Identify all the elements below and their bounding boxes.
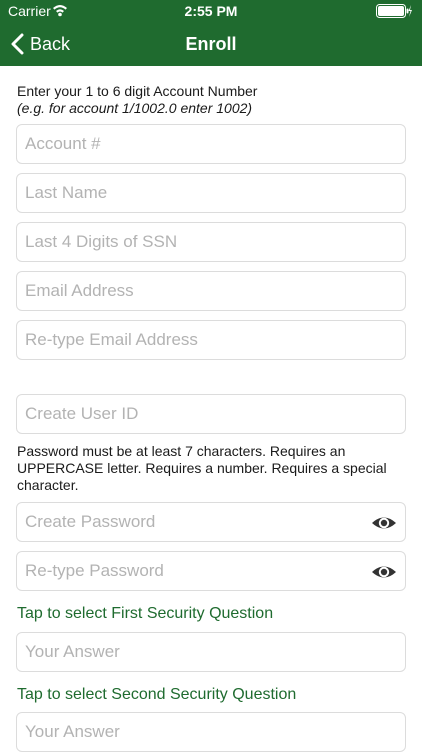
email-confirm-field[interactable] — [16, 320, 406, 360]
account-number-input[interactable] — [17, 125, 405, 163]
account-instruction-example: (e.g. for account 1/1002.0 enter 1002) — [17, 100, 253, 116]
nav-bar: Back Enroll — [0, 22, 422, 66]
eye-icon — [372, 517, 396, 529]
back-button[interactable]: Back — [10, 22, 70, 66]
last-name-field[interactable] — [16, 173, 406, 213]
security-question-1-select[interactable]: Tap to select First Security Question — [17, 605, 273, 623]
answer-1-field[interactable] — [16, 632, 406, 672]
last-name-input[interactable] — [17, 174, 405, 212]
status-time: 2:55 PM — [184, 3, 238, 19]
password-field[interactable] — [16, 502, 406, 542]
status-bar: Carrier 2:55 PM — [0, 0, 422, 22]
password-confirm-input[interactable] — [17, 552, 405, 590]
email-confirm-input[interactable] — [17, 321, 405, 359]
user-id-field[interactable] — [16, 394, 406, 434]
account-instruction: Enter your 1 to 6 digit Account Number (… — [17, 83, 257, 117]
password-confirm-field[interactable] — [16, 551, 406, 591]
account-number-field[interactable] — [16, 124, 406, 164]
account-instruction-line1: Enter your 1 to 6 digit Account Number — [17, 83, 258, 99]
battery-charging-icon — [376, 4, 412, 18]
eye-icon — [372, 566, 396, 578]
email-input[interactable] — [17, 272, 405, 310]
password-input[interactable] — [17, 503, 405, 541]
show-password-toggle[interactable] — [371, 511, 397, 535]
back-label: Back — [30, 33, 71, 54]
security-question-2-select[interactable]: Tap to select Second Security Question — [17, 686, 296, 704]
ssn-field[interactable] — [16, 222, 406, 262]
answer-2-input[interactable] — [17, 713, 405, 751]
password-rules: Password must be at least 7 characters. … — [17, 443, 387, 493]
show-password-confirm-toggle[interactable] — [371, 560, 397, 584]
ssn-input[interactable] — [17, 223, 405, 261]
user-id-input[interactable] — [17, 395, 405, 433]
email-field[interactable] — [16, 271, 406, 311]
answer-1-input[interactable] — [17, 633, 405, 671]
answer-2-field[interactable] — [16, 712, 406, 752]
chevron-left-icon — [11, 33, 24, 55]
